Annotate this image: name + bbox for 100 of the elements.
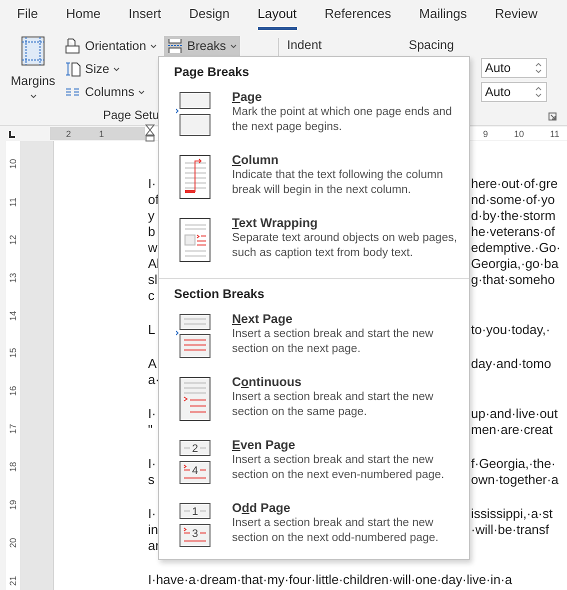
document-text: b	[148, 224, 156, 240]
item-title: Odd Page	[232, 501, 292, 515]
item-title: Even Page	[232, 438, 296, 452]
menu-item[interactable]: 2 4 Even Page Insert a section break and start the new section on the next even-numbered page.	[159, 433, 469, 496]
page-margins-icon	[21, 36, 45, 66]
item-title: Continuous	[232, 375, 302, 389]
page-break-icon	[176, 92, 212, 136]
menu-item[interactable]: Text Wrapping Separate text around objects on web pages, such as caption text from body text.	[159, 211, 469, 274]
menu-section-title: Section Breaks	[173, 286, 266, 303]
menu-item[interactable]: 1 3 Odd Page Insert a section break and start the new section on the next odd-numbered page.	[159, 496, 469, 559]
ruler-number: 15	[7, 347, 19, 360]
document-text: g·that·someho	[471, 272, 555, 288]
document-text: to·you·today,·	[471, 322, 550, 338]
menu-section-title: Page Breaks	[173, 64, 250, 81]
document-text: d·by·the·storm	[471, 208, 556, 224]
size-button[interactable]: Size	[62, 59, 160, 79]
orientation-button[interactable]: Orientation	[62, 36, 160, 56]
document-text: ississippi,·a·st	[471, 506, 553, 522]
tab-selector-icon[interactable]	[7, 128, 17, 138]
indent-marker-icon[interactable]	[145, 124, 155, 142]
ruler-number: 10	[7, 158, 19, 171]
next-page-break-icon	[176, 314, 212, 358]
ruler-number: 11	[550, 128, 560, 138]
ruler-number: 11	[7, 196, 19, 209]
menu-item[interactable]: Page Mark the point at which one page ends and the next page begins.	[159, 85, 469, 148]
item-description: Mark the point at which one page ends and the next page begins.	[232, 105, 453, 135]
document-text: I·	[148, 176, 156, 192]
item-description: Insert a section break and start the new section on the same page.	[232, 390, 434, 420]
ribbon-tab[interactable]: Layout	[258, 0, 297, 30]
dialog-launcher-icon[interactable]	[548, 112, 557, 121]
document-text: I·	[148, 406, 156, 422]
caret-icon	[138, 90, 146, 94]
document-text: s	[148, 472, 154, 488]
ruler-number: 9	[483, 128, 488, 138]
ruler-number: 17	[7, 423, 19, 436]
document-text: c	[148, 288, 154, 304]
ruler-number: 18	[7, 461, 19, 474]
document-text: ar	[148, 538, 160, 554]
group-label: Page Setu	[103, 108, 160, 124]
page-break-icon	[167, 38, 184, 54]
caret-icon	[150, 44, 158, 48]
ruler-number: 19	[7, 498, 19, 512]
margins-button[interactable]: Margins	[8, 34, 58, 108]
document-text: L	[148, 322, 156, 338]
item-title: Text Wrapping	[232, 216, 319, 230]
document-text: w	[148, 240, 158, 256]
ruler-number: 13	[7, 272, 19, 285]
indent-label: Indent	[287, 38, 322, 52]
item-title: Next Page	[232, 312, 294, 326]
ruler-number: 1	[99, 128, 104, 138]
document-text: I·have·a·dream·that·my·four·little·children·will·one·day·live·in·a	[148, 572, 512, 588]
document-text: in	[148, 522, 158, 538]
ribbon-tab[interactable]: References	[324, 0, 392, 30]
menu-item[interactable]: Next Page Insert a section break and start the new section on the next page.	[159, 307, 469, 370]
menu-item[interactable]: Continuous Insert a section break and start the new section on the same page.	[159, 370, 469, 433]
ribbon-tab[interactable]: Home	[66, 0, 101, 30]
ribbon-tab[interactable]: Review	[494, 0, 538, 30]
ruler-number: 10	[514, 128, 524, 138]
spacing-label: Spacing	[408, 38, 454, 52]
ribbon-tab[interactable]: Design	[189, 0, 230, 30]
orientation-icon	[65, 38, 81, 54]
document-text: y	[148, 208, 154, 224]
document-text: ·will·be·transf	[471, 522, 550, 538]
item-description: Indicate that the text following the column break will begin in the next column.	[232, 168, 444, 198]
ribbon-tab[interactable]: File	[17, 0, 38, 30]
document-text: edemptive.·Go·	[471, 240, 561, 256]
page-size-icon	[65, 61, 81, 77]
document-text: own·together·a	[471, 472, 558, 488]
ruler-number: 20	[7, 536, 19, 550]
document-text: I·	[148, 506, 156, 522]
document-text: f·Georgia,·the·	[471, 456, 556, 472]
columns-button[interactable]: Columns	[62, 82, 160, 102]
document-text: Georgia,·go·ba	[471, 256, 558, 272]
ribbon-tab[interactable]: Mailings	[419, 0, 467, 30]
ruler-number: 16	[7, 385, 19, 398]
item-description: Insert a section break and start the new section on the next page.	[232, 327, 434, 357]
caret-icon	[113, 66, 120, 72]
spacing-field[interactable]: Auto	[481, 82, 547, 102]
breaks-button[interactable]: Breaks	[164, 36, 240, 56]
ruler-number: 12	[7, 234, 19, 247]
ruler-number: 2	[66, 128, 72, 138]
item-description: Separate text around objects on web pages, such as caption text from body text.	[232, 231, 458, 261]
document-text: a·	[148, 372, 160, 388]
ruler-number: 21	[7, 574, 19, 588]
item-description: Insert a section break and start the new section on the next odd-numbered page.	[232, 516, 440, 546]
document-text: I·	[148, 456, 156, 472]
document-text: nd·some·of·yo	[471, 192, 555, 208]
document-text: day·and·tomo	[471, 356, 552, 372]
document-text: he·veterans·of	[471, 224, 555, 240]
ruler-number: 14	[7, 310, 19, 323]
spacing-field[interactable]: Auto	[481, 58, 547, 78]
document-text: A	[148, 356, 157, 372]
ribbon-tab[interactable]: Insert	[128, 0, 162, 30]
document-text: up·and·live·out	[471, 406, 558, 422]
document-text: here·out·of·gre	[471, 176, 558, 192]
item-title: Page	[232, 90, 263, 104]
spinner-arrows-icon[interactable]	[535, 62, 542, 74]
menu-item[interactable]: Column Indicate that the text following the column break will begin in the next column.	[159, 148, 469, 211]
document-text: "	[148, 422, 153, 438]
spinner-arrows-icon[interactable]	[535, 86, 542, 98]
